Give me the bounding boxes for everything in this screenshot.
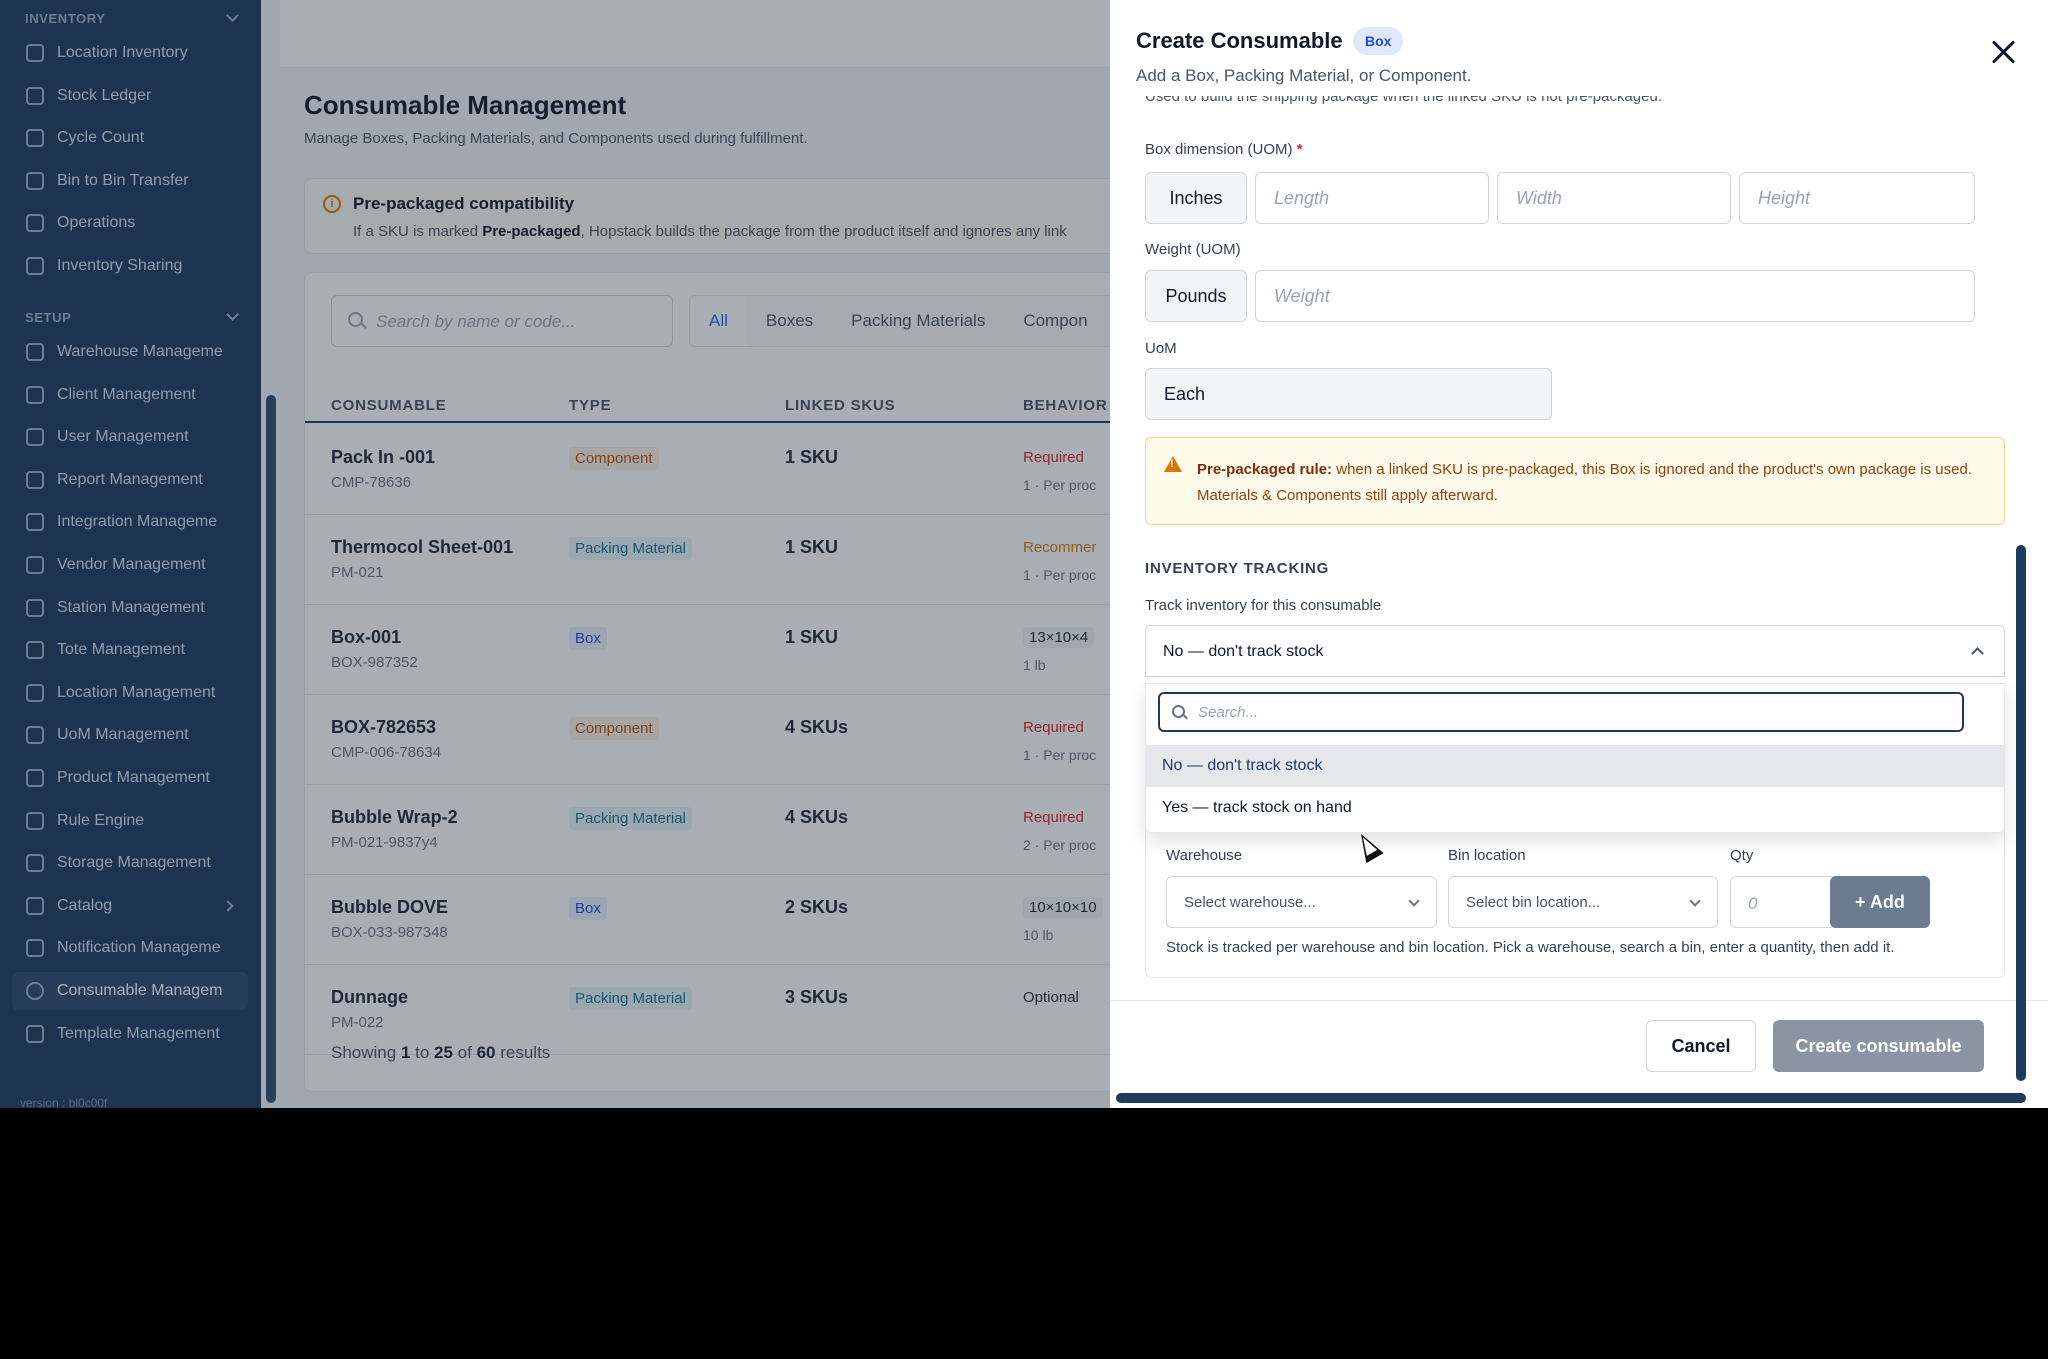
option-no-track[interactable]: No — don't track stock <box>1146 745 2004 787</box>
create-consumable-drawer: Create Consumable Box Add a Box, Packing… <box>1110 0 2048 1108</box>
bin-location-label: Bin location <box>1448 847 1526 864</box>
box-dimension-label: Box dimension (UOM) * <box>1145 141 1303 158</box>
drawer-title: Create Consumable <box>1136 28 1343 53</box>
dropdown-search-input[interactable]: Search... <box>1158 692 1964 732</box>
add-stock-button[interactable]: + Add <box>1830 876 1930 928</box>
modal-backdrop[interactable] <box>0 0 1110 1108</box>
uom-select[interactable]: Each <box>1145 368 1552 420</box>
warning-icon <box>1164 456 1182 472</box>
height-input[interactable]: Height <box>1739 172 1975 224</box>
qty-label: Qty <box>1730 847 1754 864</box>
option-yes-track[interactable]: Yes — track stock on hand <box>1146 787 2004 829</box>
box-help-text: Used to build the shipping package when … <box>1145 96 1662 105</box>
weight-input[interactable]: Weight <box>1255 270 1975 322</box>
create-consumable-button[interactable]: Create consumable <box>1773 1020 1984 1072</box>
search-icon <box>1172 705 1185 718</box>
warehouse-label: Warehouse <box>1166 847 1243 864</box>
close-icon[interactable] <box>1990 38 2018 66</box>
type-badge: Box <box>1353 27 1404 55</box>
chevron-up-icon <box>1971 647 1984 660</box>
rule-text: Pre-packaged rule: when a linked SKU is … <box>1197 461 1972 504</box>
stock-entry-card: Warehouse Select warehouse... Bin locati… <box>1145 820 2005 978</box>
width-input[interactable]: Width <box>1497 172 1731 224</box>
weight-unit-select[interactable]: Pounds <box>1145 270 1247 322</box>
drawer-horizontal-scrollbar[interactable] <box>1116 1093 2026 1103</box>
uom-label: UoM <box>1145 340 1177 357</box>
prepackaged-rule-alert: Pre-packaged rule: when a linked SKU is … <box>1145 437 2005 525</box>
chevron-down-icon <box>1408 895 1420 907</box>
inventory-tracking-heading: INVENTORY TRACKING <box>1145 560 1330 577</box>
drawer-vertical-scrollbar[interactable] <box>2016 545 2026 1081</box>
track-inventory-select[interactable]: No — don't track stock <box>1145 625 2005 677</box>
chevron-down-icon <box>1689 895 1701 907</box>
cancel-button[interactable]: Cancel <box>1646 1020 1756 1072</box>
app-window: INVENTORY Location Inventory Stock Ledger… <box>0 0 2048 1108</box>
drawer-footer: Cancel Create consumable <box>1110 1000 2048 1092</box>
weight-label: Weight (UOM) <box>1145 241 1241 258</box>
warehouse-select[interactable]: Select warehouse... <box>1166 876 1437 928</box>
qty-input[interactable]: 0 <box>1730 876 1837 928</box>
stock-help-text: Stock is tracked per warehouse and bin l… <box>1166 939 1895 956</box>
length-input[interactable]: Length <box>1255 172 1489 224</box>
drawer-subtitle: Add a Box, Packing Material, or Componen… <box>1136 66 1472 85</box>
bin-location-select[interactable]: Select bin location... <box>1448 876 1718 928</box>
dimension-unit-select[interactable]: Inches <box>1145 172 1247 224</box>
track-inventory-label: Track inventory for this consumable <box>1145 597 1382 614</box>
track-inventory-dropdown: Search... No — don't track stock Yes — t… <box>1145 683 2005 833</box>
